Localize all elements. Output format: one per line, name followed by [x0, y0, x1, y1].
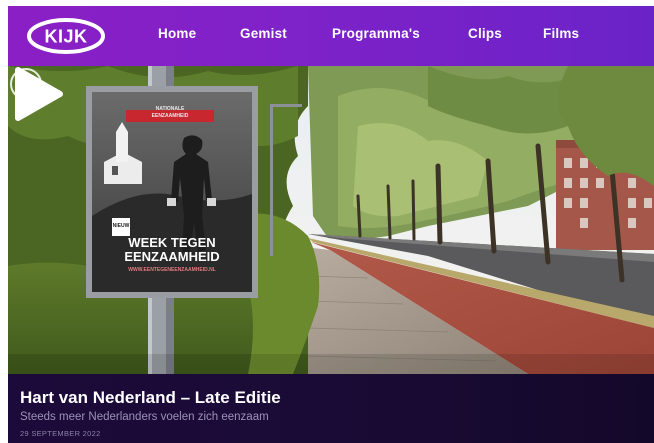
episode-date: 29 SEPTEMBER 2022: [20, 429, 101, 438]
logo-text: KIJK: [44, 27, 87, 47]
hero-video[interactable]: NATIONALE EENZAAMHEID NIEUW WEEK TEGEN E…: [8, 66, 654, 374]
nav-item-clips[interactable]: Clips: [468, 26, 502, 41]
poster-headline-line2: EENZAAMHEID: [124, 249, 220, 264]
episode-info: Hart van Nederland – Late Editie Steeds …: [8, 374, 654, 443]
hero-scene: [8, 66, 654, 374]
poster-tagline: WWW.EENTEGENEENZAAMHEID.NL: [128, 267, 216, 273]
app-window: KIJK Home Gemist Programma's Clips Films: [8, 6, 654, 443]
poster-headline-small: EENZAAMHEID: [151, 113, 189, 119]
episode-title[interactable]: Hart van Nederland – Late Editie: [20, 388, 281, 408]
top-navigation: KIJK Home Gemist Programma's Clips Films: [8, 6, 654, 66]
episode-subtitle: Steeds meer Nederlanders voelen zich een…: [20, 411, 269, 423]
poster-top-label: NATIONALE: [155, 106, 185, 112]
channel-logo-icon: [10, 68, 42, 100]
nav-item-films[interactable]: Films: [543, 26, 579, 41]
nav-item-gemist[interactable]: Gemist: [240, 26, 287, 41]
nav-item-home[interactable]: Home: [158, 26, 196, 41]
nav-item-programmas[interactable]: Programma's: [332, 26, 420, 41]
poster-sticker: NIEUW: [112, 223, 130, 229]
kijk-logo-icon[interactable]: KIJK: [26, 16, 106, 56]
poster-headline-line1: WEEK TEGEN: [128, 235, 216, 250]
page-frame: KIJK Home Gemist Programma's Clips Films: [0, 0, 654, 443]
